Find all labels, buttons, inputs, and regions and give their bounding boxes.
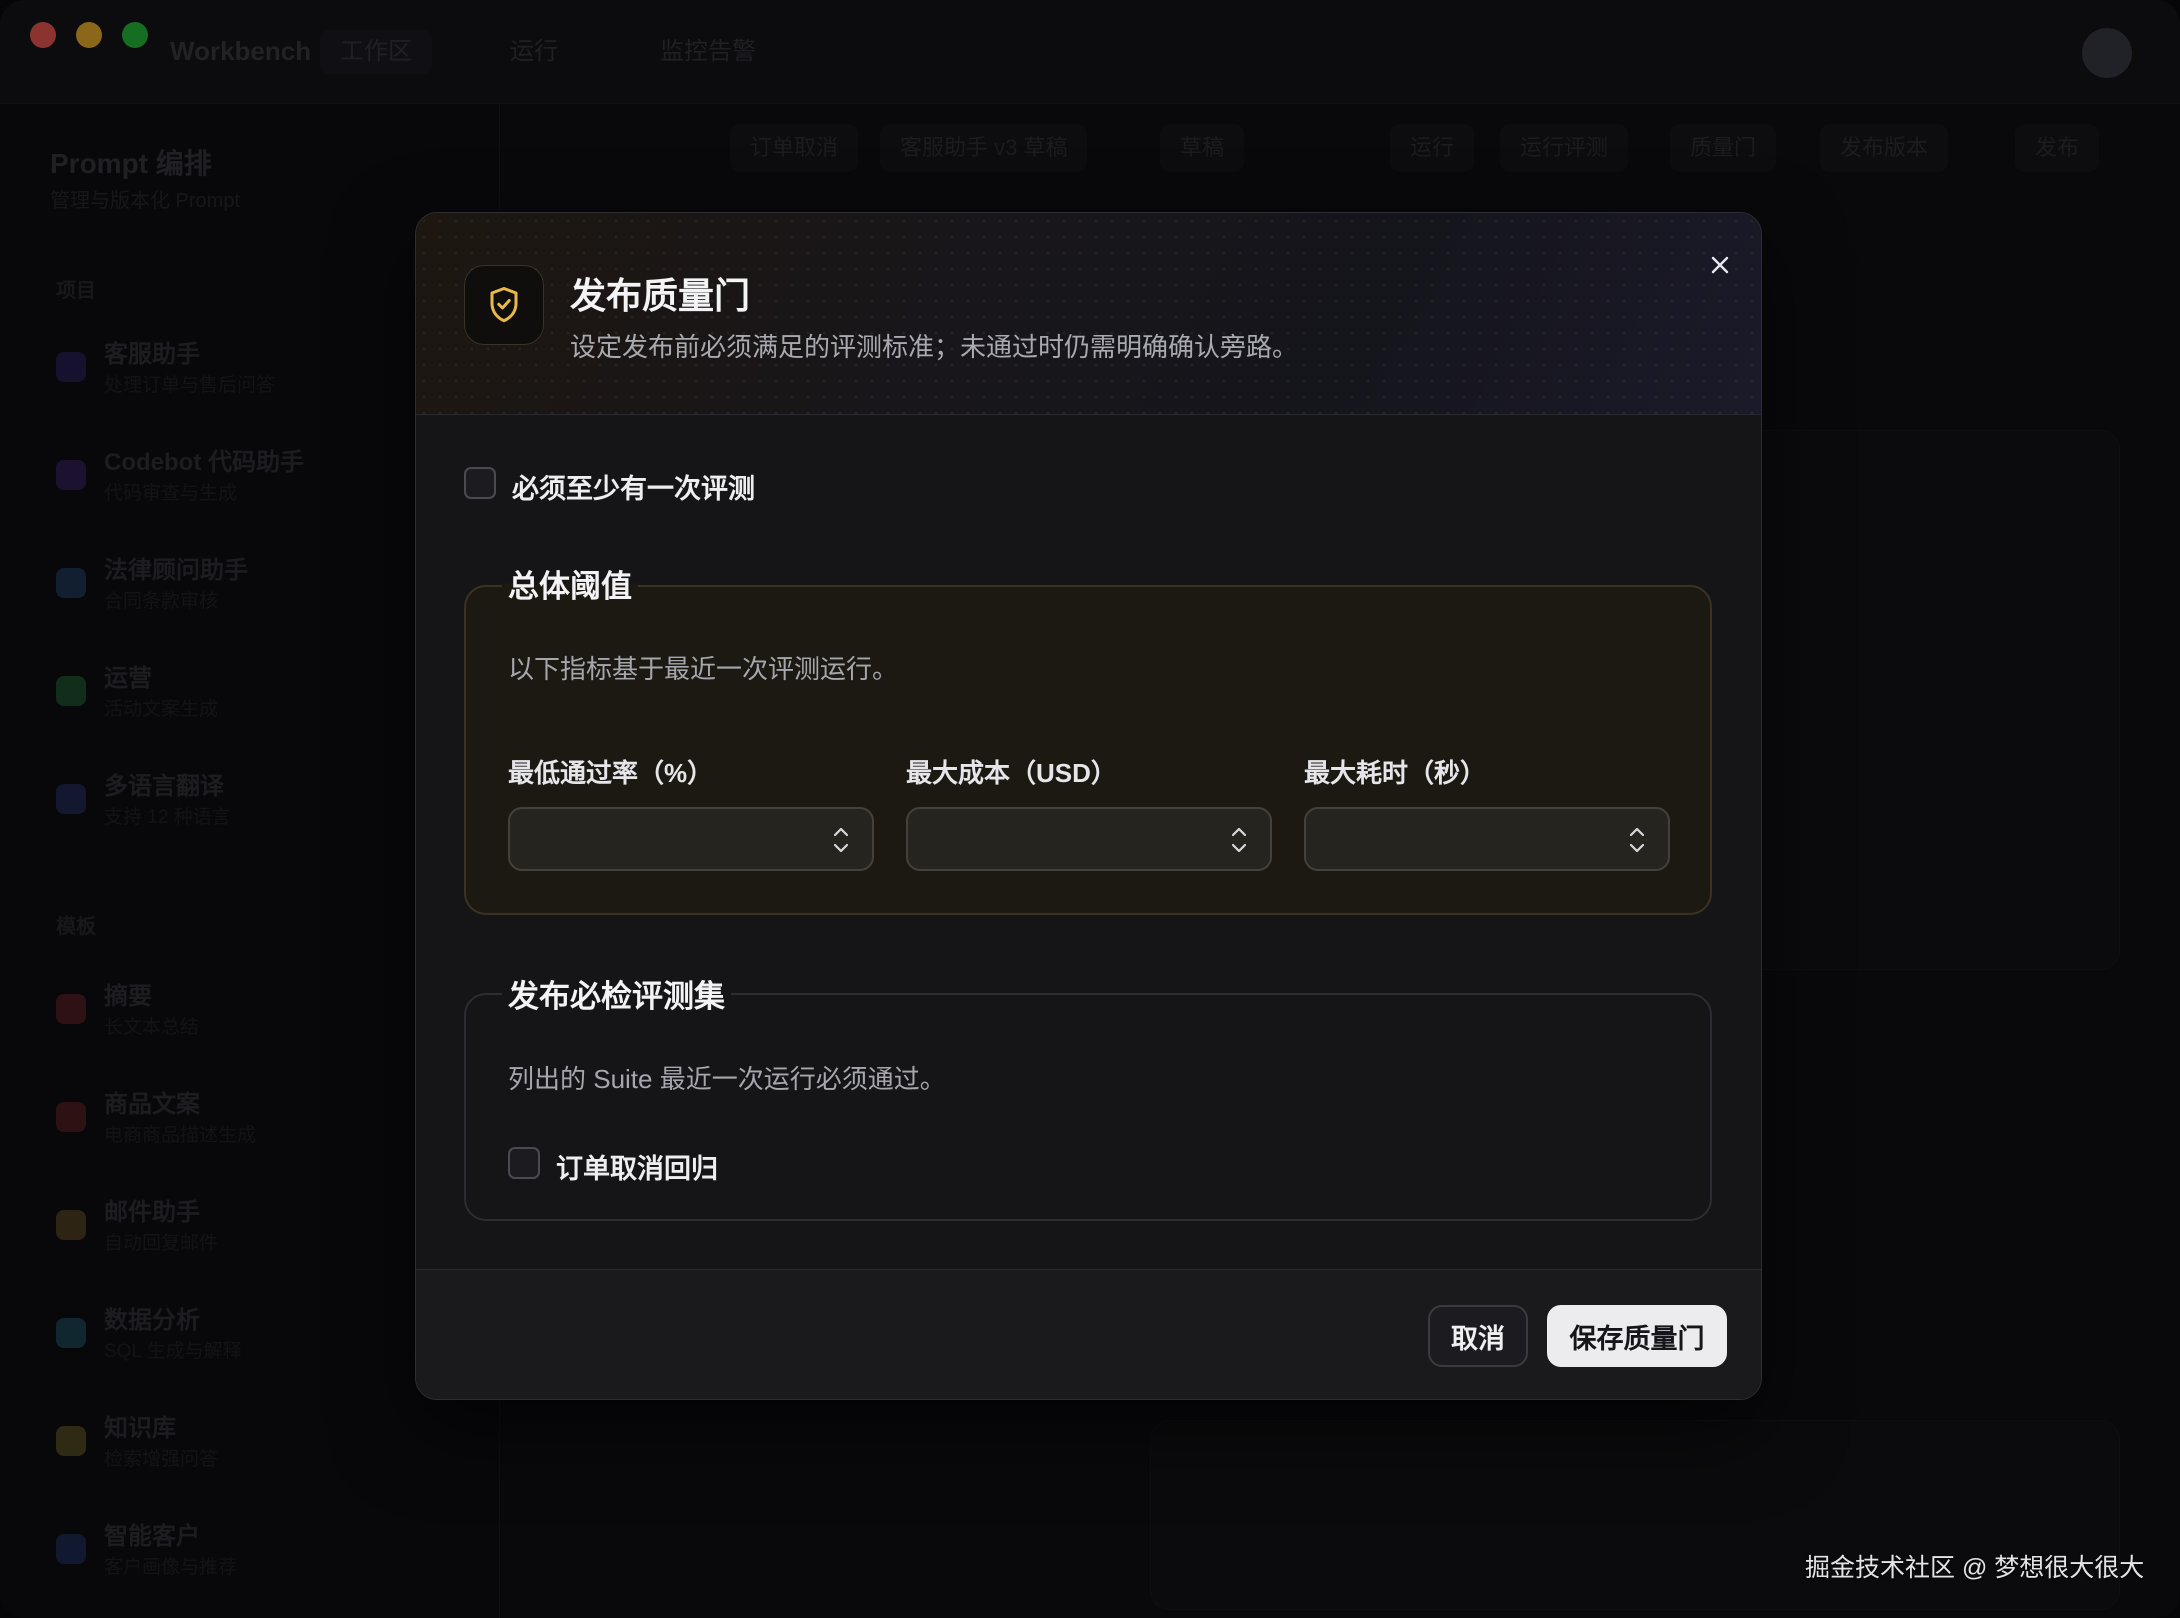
threshold-legend: 总体阈值: [502, 561, 638, 606]
shield-icon-container: [464, 265, 544, 345]
dialog-title: 发布质量门: [570, 275, 751, 316]
min-pass-rate-input[interactable]: [508, 807, 874, 871]
stepper-icon[interactable]: [1228, 823, 1250, 857]
max-cost-label: 最大成本（USD）: [906, 758, 1117, 788]
max-latency-input[interactable]: [1304, 807, 1670, 871]
stepper-icon[interactable]: [1626, 823, 1648, 857]
quality-gate-dialog: 发布质量门 设定发布前必须满足的评测标准；未通过时仍需明确确认旁路。 必须至少有…: [415, 212, 1762, 1400]
require-eval-checkbox[interactable]: [464, 467, 496, 499]
save-quality-gate-button[interactable]: 保存质量门: [1547, 1305, 1727, 1367]
dialog-subtitle: 设定发布前必须满足的评测标准；未通过时仍需明确确认旁路。: [570, 332, 1299, 362]
dialog-footer: 取消 保存质量门: [416, 1269, 1761, 1399]
watermark: 掘金技术社区 @ 梦想很大很大: [1805, 1554, 2145, 1582]
required-suites-fieldset: [464, 993, 1712, 1221]
require-eval-label: 必须至少有一次评测: [512, 474, 755, 504]
required-suites-help: 列出的 Suite 最近一次运行必须通过。: [508, 1064, 946, 1094]
suite-checkbox[interactable]: [508, 1147, 540, 1179]
max-cost-input[interactable]: [906, 807, 1272, 871]
max-latency-label: 最大耗时（秒）: [1304, 758, 1487, 788]
shield-check-icon: [490, 287, 518, 323]
stepper-icon[interactable]: [830, 823, 852, 857]
dialog-header: 发布质量门 设定发布前必须满足的评测标准；未通过时仍需明确确认旁路。: [416, 213, 1761, 415]
required-suites-legend: 发布必检评测集: [502, 971, 731, 1016]
close-icon: [1711, 256, 1729, 274]
threshold-help: 以下指标基于最近一次评测运行。: [508, 654, 899, 684]
cancel-button[interactable]: 取消: [1428, 1305, 1528, 1367]
close-dialog-button[interactable]: [1698, 243, 1742, 287]
suite-label: 订单取消回归: [556, 1154, 718, 1184]
min-pass-rate-label: 最低通过率（%）: [508, 758, 714, 788]
